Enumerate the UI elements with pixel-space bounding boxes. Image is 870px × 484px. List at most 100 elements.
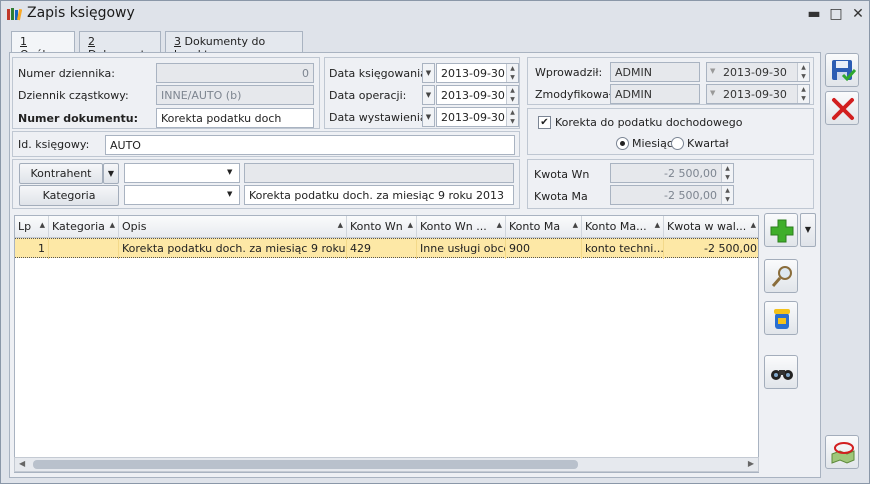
tab-dokumenty[interactable]: 2 Dokumenty xyxy=(79,31,161,61)
maximize-button[interactable]: □ xyxy=(827,5,845,23)
map-icon xyxy=(831,442,855,464)
radio-kwartal-label: Kwartał xyxy=(687,137,729,150)
delete-entry-button[interactable] xyxy=(764,301,798,335)
numer-dziennika-field: 0 xyxy=(156,63,314,83)
tab-ogolne[interactable]: 1 Ogólne xyxy=(11,31,75,61)
add-entry-menu-button[interactable]: ▼ xyxy=(800,213,816,247)
spin-control[interactable]: ▲ ▼ xyxy=(506,64,518,82)
column-header-lp[interactable]: Lp ▲ xyxy=(15,216,49,238)
add-entry-button[interactable] xyxy=(764,213,798,247)
save-button[interactable] xyxy=(825,53,859,87)
kwota-wn-field: -2 500,00 ▲ ▼ xyxy=(610,163,734,183)
cancel-button[interactable] xyxy=(825,91,859,125)
data-operacji-dropdown[interactable]: ▼ xyxy=(422,85,435,105)
column-header-konto-ma-nazwa[interactable]: Konto Ma... ▲ xyxy=(582,216,664,238)
sort-asc-icon: ▲ xyxy=(572,221,578,229)
scroll-right-icon[interactable]: ▶ xyxy=(748,459,754,468)
kwota-ma-label: Kwota Ma xyxy=(534,190,588,203)
kategoria-button[interactable]: Kategoria xyxy=(19,185,119,206)
cell-konto-wn: 429 xyxy=(347,239,417,259)
sort-asc-icon: ▲ xyxy=(750,221,756,229)
data-wystawienia-dropdown[interactable]: ▼ xyxy=(422,107,435,127)
column-header-konto-wn-nazwa[interactable]: Konto Wn ... ▲ xyxy=(417,216,506,238)
sort-asc-icon: ▲ xyxy=(39,221,45,229)
korekta-checkbox[interactable]: ✔ xyxy=(538,116,551,129)
korekta-panel: ✔ Korekta do podatku dochodowego Miesiąc… xyxy=(527,108,814,155)
spin-control: ▲ ▼ xyxy=(721,186,733,204)
id-ksiegowy-input[interactable]: AUTO xyxy=(105,135,515,155)
cancel-icon xyxy=(832,98,854,120)
preview-entry-button[interactable] xyxy=(764,259,798,293)
cell-lp: 1 xyxy=(15,239,49,259)
column-header-kategoria[interactable]: Kategoria ▲ xyxy=(49,216,119,238)
data-ksiegowania-input[interactable]: 2013-09-30 ▲ ▼ xyxy=(436,63,519,83)
column-header-kwota[interactable]: Kwota w wal... ▲ xyxy=(664,216,758,238)
app-books-icon xyxy=(7,8,22,21)
kontrahent-name-field xyxy=(244,163,514,183)
close-button[interactable]: ✕ xyxy=(849,5,867,23)
wprowadzil-date-field: ▼ 2013-09-30 ▲ ▼ xyxy=(706,62,810,82)
sort-asc-icon: ▲ xyxy=(337,221,343,229)
tab-dokumenty-do-korekty[interactable]: 3 Dokumenty do korekty xyxy=(165,31,303,61)
sort-asc-icon: ▲ xyxy=(654,221,660,229)
zmodyfikowal-label: Zmodyfikował: xyxy=(535,88,616,101)
sort-asc-icon: ▲ xyxy=(109,221,115,229)
kategoria-desc-input[interactable]: Korekta podatku doch. za miesiąc 9 roku … xyxy=(244,185,514,205)
data-ksiegowania-label: Data księgowania: xyxy=(329,67,431,80)
cell-konto-ma-nazwa: konto techni... xyxy=(582,239,664,259)
kategoria-select[interactable] xyxy=(124,185,240,205)
entries-grid[interactable]: Lp ▲ Kategoria ▲ Opis ▲ Konto Wn ▲ Konto Wn … xyxy=(14,215,759,473)
tab-content: Numer dziennika: 0 Dziennik cząstkowy: I… xyxy=(9,52,821,478)
sort-asc-icon: ▲ xyxy=(407,221,413,229)
spin-control[interactable]: ▲ ▼ xyxy=(506,86,518,104)
magnifier-icon xyxy=(771,266,792,287)
kwoty-panel: Kwota Wn -2 500,00 ▲ ▼ Kwota Ma -2 500,00 ▲… xyxy=(527,159,814,209)
spin-control: ▲ ▼ xyxy=(797,63,809,81)
data-operacji-input[interactable]: 2013-09-30 ▲ ▼ xyxy=(436,85,519,105)
data-wystawienia-label: Data wystawienia: xyxy=(329,111,431,124)
binoculars-icon xyxy=(771,370,793,380)
window-title: Zapis księgowy xyxy=(27,5,135,21)
dates-panel: Data księgowania: ▼ 2013-09-30 ▲ ▼ Data op… xyxy=(324,57,520,129)
zmodyfikowal-user-field: ADMIN xyxy=(610,84,700,104)
column-header-opis[interactable]: Opis ▲ xyxy=(119,216,347,238)
data-ksiegowania-dropdown[interactable]: ▼ xyxy=(422,63,435,83)
radio-miesiac[interactable] xyxy=(616,137,629,150)
table-row[interactable]: 1 Korekta podatku doch. za miesiąc 9 rok… xyxy=(15,238,758,259)
kontrahent-select[interactable] xyxy=(124,163,240,183)
spin-control: ▲ ▼ xyxy=(797,85,809,103)
radio-kwartal[interactable] xyxy=(671,137,684,150)
kontrahent-button[interactable]: Kontrahent xyxy=(19,163,103,184)
cell-opis: Korekta podatku doch. za miesiąc 9 roku … xyxy=(119,239,347,259)
kontrahent-menu-button[interactable]: ▼ xyxy=(103,163,119,184)
wprowadzil-label: Wprowadził: xyxy=(535,66,603,79)
numer-dokumentu-label: Numer dokumentu: xyxy=(18,112,139,125)
kontrahent-panel: Kontrahent ▼ ▼ Kategoria ▼ Korekta podat… xyxy=(12,159,520,209)
dziennik-czastkowy-field: INNE/AUTO (b) xyxy=(156,85,314,105)
cell-kwota: -2 500,00 xyxy=(704,242,757,255)
minimize-button[interactable]: ▬ xyxy=(805,5,823,23)
scroll-left-icon[interactable]: ◀ xyxy=(19,459,25,468)
spin-control[interactable]: ▲ ▼ xyxy=(506,108,518,126)
wprowadzil-user-field: ADMIN xyxy=(610,62,700,82)
titlebar: Zapis księgowy ▬ □ ✕ xyxy=(1,1,869,27)
kontrahent-select-arrow[interactable]: ▼ xyxy=(227,168,232,176)
cell-konto-wn-nazwa: Inne usługi obce xyxy=(417,239,506,259)
dziennik-czastkowy-label: Dziennik cząstkowy: xyxy=(18,89,129,102)
search-button[interactable] xyxy=(764,355,798,389)
numer-dziennika-label: Numer dziennika: xyxy=(18,67,115,80)
id-ksiegowy-panel: Id. księgowy: AUTO xyxy=(12,131,520,157)
sort-asc-icon: ▲ xyxy=(496,221,502,229)
zmodyfikowal-date-field: ▼ 2013-09-30 ▲ ▼ xyxy=(706,84,810,104)
column-header-konto-ma[interactable]: Konto Ma ▲ xyxy=(506,216,582,238)
column-header-konto-wn[interactable]: Konto Wn ▲ xyxy=(347,216,417,238)
audit-panel: Wprowadził: ADMIN ▼ 2013-09-30 ▲ ▼ Zmodyfik… xyxy=(527,57,814,105)
numer-dokumentu-input[interactable]: Korekta podatku doch xyxy=(156,108,314,128)
data-operacji-label: Data operacji: xyxy=(329,89,407,102)
scrollbar-thumb[interactable] xyxy=(33,460,578,469)
kategoria-select-arrow[interactable]: ▼ xyxy=(227,190,232,198)
cell-konto-ma: 900 xyxy=(506,239,582,259)
export-button[interactable] xyxy=(825,435,859,469)
horizontal-scrollbar[interactable]: ◀ ▶ xyxy=(14,457,759,472)
data-wystawienia-input[interactable]: 2013-09-30 ▲ ▼ xyxy=(436,107,519,127)
